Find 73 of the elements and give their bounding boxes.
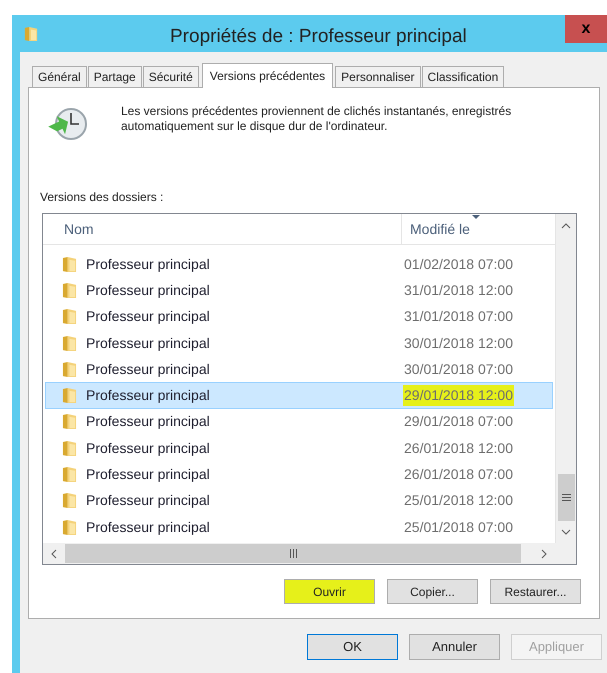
grip-icon	[290, 549, 296, 558]
tab[interactable]: Partage	[88, 66, 142, 87]
list-row[interactable]: Professeur principal 26/01/2018 12:00	[45, 435, 553, 462]
folder-name: Professeur principal	[86, 254, 211, 274]
scrollbar-thumb[interactable]	[558, 474, 574, 521]
sort-arrow-icon	[472, 215, 480, 219]
dialog-button[interactable]: Annuler	[409, 634, 500, 660]
window-title: Propriétés de : Professeur principal	[170, 25, 467, 49]
tab[interactable]: Général	[32, 66, 87, 87]
folder-icon	[62, 492, 77, 510]
description-text: Les versions précédentes proviennent de clichés instantanés, enregistrés automatiquement sur le disque dur de l'ordinateur.	[121, 104, 512, 134]
modified-date: 31/01/2018 07:00	[403, 307, 514, 326]
vertical-scrollbar[interactable]	[555, 214, 576, 543]
list-row[interactable]: Professeur principal 30/01/2018 12:00	[45, 330, 553, 356]
folder-icon	[62, 282, 77, 299]
modified-date: 25/01/2018 12:00	[403, 491, 514, 510]
modified-date: 01/02/2018 07:00	[403, 254, 514, 274]
dialog-button[interactable]: OK	[307, 634, 398, 660]
horizontal-scrollbar[interactable]	[43, 543, 555, 564]
scroll-up-icon[interactable]	[561, 223, 571, 229]
list-label: Versions des dossiers :	[40, 189, 164, 206]
list-row[interactable]: Professeur principal 29/01/2018 07:00	[45, 408, 553, 436]
close-button[interactable]: x	[565, 15, 607, 43]
column-header[interactable]: Modifié le	[402, 214, 555, 244]
folder-name: Professeur principal	[86, 307, 211, 326]
list-row[interactable]: Professeur principal 25/01/2018 12:00	[45, 488, 553, 514]
list-row[interactable]: Professeur principal 26/01/2018 07:00	[45, 461, 553, 488]
modified-date: 29/01/2018 12:00	[403, 385, 514, 406]
folder-name: Professeur principal	[86, 334, 211, 353]
column-header[interactable]: Nom	[43, 214, 402, 244]
tab[interactable]: Classification	[422, 66, 504, 87]
modified-date: 25/01/2018 07:00	[403, 518, 514, 537]
scroll-down-icon[interactable]	[561, 529, 571, 535]
tab[interactable]: Versions précédentes	[202, 63, 334, 88]
modified-date: 26/01/2018 12:00	[403, 438, 514, 458]
folder-icon	[62, 413, 77, 430]
folder-name: Professeur principal	[86, 491, 211, 510]
list-row[interactable]: Professeur principal 25/01/2018 07:00	[45, 514, 553, 540]
folder-icon	[62, 466, 77, 484]
folder-icon	[24, 24, 38, 42]
folder-icon	[62, 308, 77, 326]
folder-name: Professeur principal	[86, 518, 211, 537]
folder-icon	[62, 440, 77, 457]
scroll-right-icon[interactable]	[541, 548, 547, 558]
scroll-left-icon[interactable]	[51, 548, 57, 558]
folder-icon	[62, 518, 77, 536]
modified-date: 29/01/2018 07:00	[403, 412, 514, 432]
folder-icon	[62, 387, 77, 404]
modified-date: 30/01/2018 07:00	[403, 360, 514, 379]
list-row[interactable]: Professeur principal 29/01/2018 12:00	[45, 382, 553, 409]
list-row[interactable]: Professeur principal 31/01/2018 12:00	[45, 277, 553, 304]
modified-date: 31/01/2018 12:00	[403, 280, 514, 300]
tab[interactable]: Sécurité	[142, 66, 199, 87]
folder-icon	[62, 334, 77, 352]
folder-name: Professeur principal	[86, 280, 211, 300]
grip-icon	[562, 494, 570, 501]
folder-name: Professeur principal	[86, 386, 211, 406]
folder-name: Professeur principal	[86, 412, 211, 432]
scrollbar-thumb[interactable]	[65, 544, 521, 563]
action-button[interactable]: Restaurer...	[490, 579, 581, 604]
list-row[interactable]: Professeur principal 01/02/2018 07:00	[45, 251, 553, 278]
action-button[interactable]: Ouvrir	[284, 579, 375, 604]
list-row[interactable]: Professeur principal 30/01/2018 07:00	[45, 356, 553, 382]
list-row[interactable]: Professeur principal 31/01/2018 07:00	[45, 304, 553, 330]
action-button[interactable]: Copier...	[387, 579, 478, 604]
folder-icon	[62, 256, 77, 273]
tab[interactable]: Personnaliser	[335, 66, 421, 87]
folder-name: Professeur principal	[86, 438, 211, 458]
folder-icon	[62, 360, 77, 378]
modified-date: 26/01/2018 07:00	[403, 465, 514, 484]
modified-date: 30/01/2018 12:00	[403, 334, 514, 353]
folder-name: Professeur principal	[86, 465, 211, 484]
folder-name: Professeur principal	[86, 360, 211, 379]
